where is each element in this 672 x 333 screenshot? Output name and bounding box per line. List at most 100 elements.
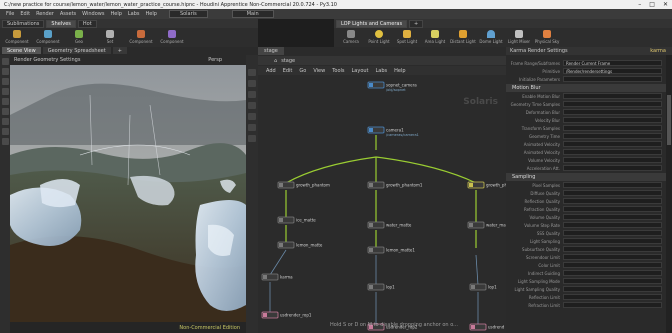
network-node[interactable]: lemon_matte1 — [367, 246, 415, 254]
scene-viewport[interactable] — [10, 55, 246, 333]
menu-help[interactable]: Help — [110, 11, 121, 17]
param-field[interactable] — [563, 270, 662, 276]
network-node[interactable]: ice_matte — [277, 216, 316, 224]
light-mixer-tool[interactable]: Light Mixer — [506, 30, 532, 45]
desktop-selector[interactable]: Solaris — [168, 10, 208, 18]
param-field[interactable] — [563, 149, 662, 155]
param-field[interactable] — [563, 109, 662, 115]
param-node-name[interactable]: karma — [650, 48, 666, 54]
param-field[interactable] — [563, 302, 662, 308]
param-field[interactable] — [563, 190, 662, 196]
net-menu-add[interactable]: Add — [266, 68, 276, 74]
param-field[interactable] — [563, 182, 662, 188]
camera-tool[interactable]: Camera — [338, 30, 364, 45]
view-tool-icon[interactable] — [1, 118, 9, 125]
wireframe-icon[interactable] — [248, 91, 256, 98]
pose-tool-icon[interactable] — [1, 108, 9, 115]
param-field[interactable] — [563, 254, 662, 260]
net-menu-labs[interactable]: Labs — [376, 68, 388, 74]
physical-sky-tool[interactable]: Physical Sky — [534, 30, 560, 45]
menu-render[interactable]: Render — [36, 11, 54, 17]
network-node[interactable]: growth_phantom — [277, 181, 330, 189]
menu-assets[interactable]: Assets — [60, 11, 76, 17]
param-field[interactable] — [563, 206, 662, 212]
shelf-tool[interactable]: Component — [4, 30, 30, 45]
desktop-selector-2[interactable]: Main — [231, 10, 274, 18]
path-segment[interactable]: stage — [281, 58, 295, 64]
menu-edit[interactable]: Edit — [20, 11, 30, 17]
snap-tool-icon[interactable] — [1, 138, 9, 145]
display-options-icon[interactable] — [248, 69, 256, 76]
param-field[interactable] — [563, 214, 662, 220]
network-node[interactable]: usdrend — [469, 323, 505, 331]
network-node[interactable]: lemon_matte — [277, 241, 323, 249]
param-field[interactable] — [563, 278, 662, 284]
param-field[interactable] — [563, 198, 662, 204]
param-field[interactable] — [563, 238, 662, 244]
shelf-tool[interactable]: Component — [128, 30, 154, 45]
network-node[interactable]: karma — [261, 273, 293, 281]
shelf-tab-add[interactable]: + — [409, 20, 424, 28]
shelf-tab[interactable]: Sublimations — [2, 20, 45, 28]
param-field[interactable] — [563, 141, 662, 147]
network-node[interactable]: lop1 — [367, 283, 395, 291]
grid-icon[interactable] — [248, 135, 256, 142]
param-field[interactable] — [563, 230, 662, 236]
minimize-button[interactable]: – — [638, 1, 641, 8]
lighting-icon[interactable] — [248, 102, 256, 109]
shadow-icon[interactable] — [248, 113, 256, 120]
camera-icon[interactable] — [248, 124, 256, 131]
param-field[interactable]: /Render/rendersettings — [563, 68, 662, 74]
menu-help2[interactable]: Help — [146, 11, 157, 17]
param-field[interactable] — [563, 262, 662, 268]
menu-file[interactable]: File — [6, 11, 14, 17]
param-field[interactable] — [563, 294, 662, 300]
param-field[interactable] — [563, 165, 662, 171]
rotate-tool-icon[interactable] — [1, 78, 9, 85]
tab-scene-view[interactable]: Scene View — [2, 47, 41, 54]
scroll-thumb[interactable] — [667, 95, 671, 145]
net-menu-layout[interactable]: Layout — [352, 68, 369, 74]
net-menu-help[interactable]: Help — [394, 68, 405, 74]
shelf-tool[interactable]: Geo — [66, 30, 92, 45]
close-button[interactable]: ✕ — [663, 1, 668, 8]
distant-light-tool[interactable]: Distant Light — [450, 30, 476, 45]
net-menu-tools[interactable]: Tools — [332, 68, 344, 74]
network-node[interactable]: lop1 — [469, 283, 497, 291]
menu-labs[interactable]: Labs — [128, 11, 140, 17]
shelf-tab-lights[interactable]: LOP Lights and Cameras — [336, 20, 408, 28]
tab-stage[interactable]: stage — [258, 47, 284, 55]
param-scrollbar[interactable] — [666, 55, 672, 333]
shelf-tool[interactable]: Component — [35, 30, 61, 45]
param-field[interactable] — [563, 117, 662, 123]
light-tool-icon[interactable] — [1, 128, 9, 135]
path-home-icon[interactable]: ⌂ — [274, 58, 277, 64]
shelf-tool[interactable]: Component — [159, 30, 185, 45]
param-field[interactable] — [563, 93, 662, 99]
maximize-button[interactable]: □ — [649, 1, 655, 8]
param-field[interactable] — [563, 133, 662, 139]
network-node[interactable]: sopnet_camera/obj/sopnet — [367, 81, 417, 92]
network-node[interactable]: water_matte — [367, 221, 412, 229]
section-motion-blur[interactable]: Motion Blur — [506, 84, 672, 92]
shelf-tab[interactable]: Shelves — [46, 20, 76, 28]
viewport-persp-label[interactable]: Persp — [208, 57, 222, 63]
shading-icon[interactable] — [248, 80, 256, 87]
param-field[interactable] — [563, 246, 662, 252]
network-node[interactable]: growth_ph — [467, 181, 506, 189]
param-field[interactable] — [563, 125, 662, 131]
spot-light-tool[interactable]: Spot Light — [394, 30, 420, 45]
param-field[interactable] — [563, 101, 662, 107]
network-node[interactable]: usdrender_rop1 — [261, 311, 312, 319]
menu-windows[interactable]: Windows — [82, 11, 104, 17]
net-menu-view[interactable]: View — [313, 68, 325, 74]
param-field[interactable] — [563, 222, 662, 228]
node-graph[interactable]: sopnet_camera/obj/sopnet camera1/cameras/… — [258, 75, 506, 333]
param-field[interactable] — [563, 157, 662, 163]
scale-tool-icon[interactable] — [1, 88, 9, 95]
viewport-camera-label[interactable]: Render Geometry Settings — [14, 57, 80, 63]
net-menu-edit[interactable]: Edit — [283, 68, 293, 74]
move-tool-icon[interactable] — [1, 68, 9, 75]
handle-tool-icon[interactable] — [1, 98, 9, 105]
point-light-tool[interactable]: Point Light — [366, 30, 392, 45]
